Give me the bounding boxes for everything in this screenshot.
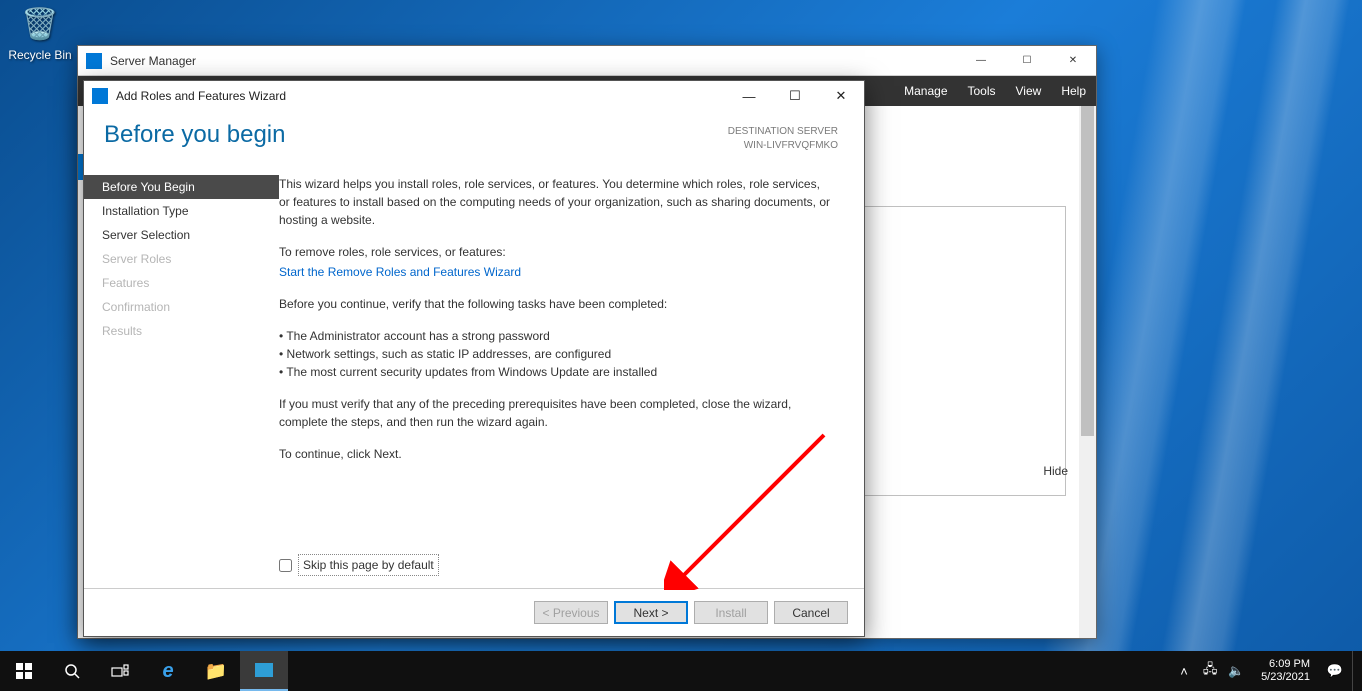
trash-icon: 🗑️ [20,4,60,44]
menu-tools[interactable]: Tools [968,84,996,98]
task-view-icon [111,664,129,678]
intro-text: This wizard helps you install roles, rol… [279,175,832,229]
wizard-close-button[interactable]: ✕ [818,82,864,110]
tray-notifications[interactable]: 💬 [1326,651,1344,691]
notification-icon: 💬 [1327,663,1343,679]
wizard-heading: Before you begin [104,121,285,149]
continue-text: To continue, click Next. [279,445,832,463]
show-desktop-button[interactable] [1352,651,1358,691]
maximize-button[interactable]: ☐ [1004,46,1050,76]
wizard-header: Before you begin DESTINATION SERVER WIN-… [84,111,864,165]
destination-server-name: WIN-LIVFRVQFMKO [728,139,838,153]
wizard-icon [92,88,108,104]
close-button[interactable]: ✕ [1050,46,1096,76]
recycle-bin-label: Recycle Bin [5,48,75,62]
skip-checkbox[interactable] [279,559,292,572]
nav-server-roles: Server Roles [84,247,279,271]
menu-help[interactable]: Help [1061,84,1086,98]
minimize-button[interactable]: — [958,46,1004,76]
chevron-up-icon: ˄ [1180,664,1188,679]
close-text: If you must verify that any of the prece… [279,395,832,431]
wizard-footer: < Previous Next > Install Cancel [84,588,864,636]
folder-icon: 📁 [205,661,227,682]
menu-view[interactable]: View [1016,84,1042,98]
scroll-thumb[interactable] [1081,106,1094,436]
prereq-2: Network settings, such as static IP addr… [279,345,832,363]
nav-results: Results [84,319,279,343]
tray-chevron[interactable]: ˄ [1175,651,1193,691]
menu-manage[interactable]: Manage [904,84,947,98]
tray-network[interactable]: 🖧 [1201,651,1219,691]
prereq-1: The Administrator account has a strong p… [279,327,832,345]
destination-server-block: DESTINATION SERVER WIN-LIVFRVQFMKO [728,121,838,153]
next-button[interactable]: Next > [614,601,688,624]
wizard-content: This wizard helps you install roles, rol… [279,165,864,588]
server-manager-title: Server Manager [110,54,958,68]
taskbar: e 📁 ˄ 🖧 🔈 6:09 PM 5/23/2021 💬 [0,651,1362,691]
wizard-nav: Before You Begin Installation Type Serve… [84,165,279,588]
scrollbar[interactable] [1079,106,1096,638]
hide-link[interactable]: Hide [1043,464,1068,478]
server-manager-titlebar[interactable]: Server Manager — ☐ ✕ [78,46,1096,76]
file-explorer-button[interactable]: 📁 [192,651,240,691]
server-manager-taskbar-button[interactable] [240,651,288,691]
verify-text: Before you continue, verify that the fol… [279,295,832,313]
cancel-button[interactable]: Cancel [774,601,848,624]
ie-button[interactable]: e [144,651,192,691]
nav-before-you-begin[interactable]: Before You Begin [84,175,279,199]
wizard-titlebar[interactable]: Add Roles and Features Wizard — ☐ ✕ [84,81,864,111]
install-button: Install [694,601,768,624]
windows-icon [16,663,32,679]
prereq-list: The Administrator account has a strong p… [279,327,832,381]
nav-server-selection[interactable]: Server Selection [84,223,279,247]
search-icon [64,663,80,679]
server-manager-taskbar-icon [255,663,273,677]
wizard-maximize-button[interactable]: ☐ [772,82,818,110]
nav-features: Features [84,271,279,295]
network-icon: 🖧 [1203,660,1218,682]
tray-volume[interactable]: 🔈 [1227,651,1245,691]
clock-date: 5/23/2021 [1261,671,1310,684]
destination-label: DESTINATION SERVER [728,125,838,139]
start-button[interactable] [0,651,48,691]
server-manager-icon [86,53,102,69]
skip-label[interactable]: Skip this page by default [298,554,439,576]
nav-confirmation: Confirmation [84,295,279,319]
remove-text: To remove roles, role services, or featu… [279,243,832,261]
prereq-3: The most current security updates from W… [279,363,832,381]
recycle-bin-icon[interactable]: 🗑️ Recycle Bin [5,4,75,62]
taskbar-clock[interactable]: 6:09 PM 5/23/2021 [1253,658,1318,684]
search-button[interactable] [48,651,96,691]
wizard-minimize-button[interactable]: — [726,82,772,110]
ie-icon: e [162,660,173,683]
nav-installation-type[interactable]: Installation Type [84,199,279,223]
volume-icon: 🔈 [1228,663,1244,679]
skip-row: Skip this page by default [279,554,439,576]
add-roles-wizard: Add Roles and Features Wizard — ☐ ✕ Befo… [83,80,865,637]
wizard-title: Add Roles and Features Wizard [116,89,726,103]
remove-wizard-link[interactable]: Start the Remove Roles and Features Wiza… [279,265,521,279]
task-view-button[interactable] [96,651,144,691]
previous-button: < Previous [534,601,608,624]
clock-time: 6:09 PM [1261,658,1310,671]
